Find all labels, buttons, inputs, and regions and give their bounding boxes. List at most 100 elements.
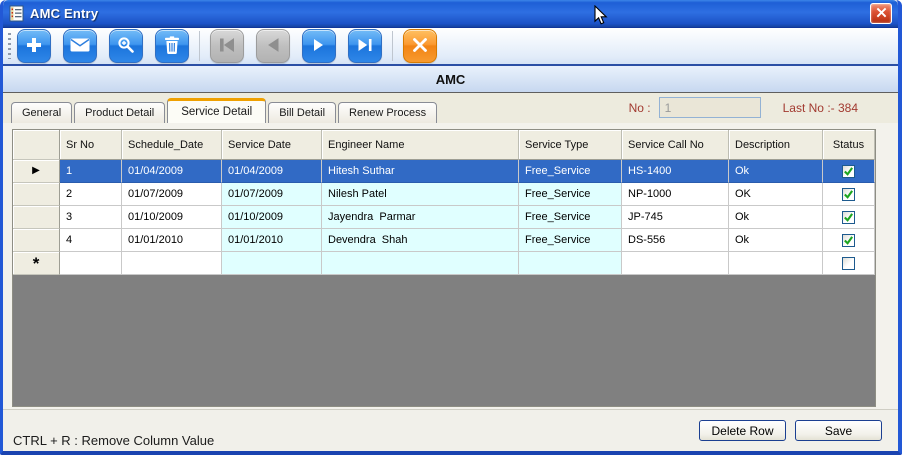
grid-cell[interactable]: 1: [60, 160, 122, 183]
grid-cell[interactable]: 2: [60, 183, 122, 206]
tab-product-detail[interactable]: Product Detail: [74, 102, 166, 123]
no-input[interactable]: [658, 97, 761, 118]
last-record-icon: [357, 38, 373, 55]
grid-row[interactable]: 2 01/07/2009 01/07/2009 Nilesh Patel Free_Se…: [13, 183, 875, 206]
status-checkbox[interactable]: [842, 210, 855, 224]
last-record-button[interactable]: [348, 29, 382, 63]
grid-cell-status[interactable]: [823, 160, 875, 183]
save-button[interactable]: Save: [795, 420, 882, 441]
grid-cell[interactable]: Free_Service: [519, 160, 622, 183]
grid-header-cell[interactable]: Service Call No: [622, 130, 729, 160]
grid-cell[interactable]: 4: [60, 229, 122, 252]
add-button[interactable]: [17, 29, 51, 63]
envelope-icon: [70, 38, 90, 55]
grid-cell[interactable]: 01/07/2009: [122, 183, 222, 206]
mail-button[interactable]: [63, 29, 97, 63]
plus-icon: [25, 36, 43, 57]
toolbar-grip[interactable]: [8, 33, 11, 59]
tab-renew-process[interactable]: Renew Process: [338, 102, 438, 123]
delete-row-button[interactable]: Delete Row: [699, 420, 786, 441]
grid-cell[interactable]: [519, 252, 622, 275]
grid-header-cell[interactable]: Description: [729, 130, 823, 160]
grid-cell[interactable]: Free_Service: [519, 183, 622, 206]
grid-cell[interactable]: Jayendra Parmar: [322, 206, 519, 229]
grid-cell[interactable]: 01/01/2010: [222, 229, 322, 252]
grid-cell[interactable]: [122, 252, 222, 275]
grid-cell[interactable]: NP-1000: [622, 183, 729, 206]
grid-cell[interactable]: 01/10/2009: [222, 206, 322, 229]
row-selector[interactable]: ▶: [13, 160, 60, 183]
last-no-label: Last No :- 384: [782, 100, 858, 115]
grid-cell[interactable]: 3: [60, 206, 122, 229]
grid-cell[interactable]: Devendra Shah: [322, 229, 519, 252]
grid-cell[interactable]: Hitesh Suthar: [322, 160, 519, 183]
status-checkbox[interactable]: [842, 233, 855, 247]
tab-general[interactable]: General: [11, 102, 73, 123]
grid-cell[interactable]: Nilesh Patel: [322, 183, 519, 206]
grid-cell[interactable]: HS-1400: [622, 160, 729, 183]
delete-button[interactable]: [155, 29, 189, 63]
grid-header-cell[interactable]: Service Date: [222, 130, 322, 160]
form-header-bar: AMC: [3, 66, 898, 93]
grid-header-cell[interactable]: Status: [823, 130, 875, 160]
tab-service-detail[interactable]: Service Detail: [167, 98, 267, 123]
grid-cell[interactable]: [622, 252, 729, 275]
row-selector[interactable]: [13, 206, 60, 229]
grid-cell[interactable]: Ok: [729, 229, 823, 252]
grid-cell[interactable]: [729, 252, 823, 275]
toolbar: [3, 28, 898, 66]
new-row-asterisk-icon: *: [32, 254, 40, 273]
first-record-icon: [219, 37, 235, 55]
grid-cell-status[interactable]: [823, 206, 875, 229]
service-grid: Sr No Schedule_Date Service Date Engineer N…: [12, 129, 876, 407]
grid-cell-status[interactable]: [823, 229, 875, 252]
cancel-button[interactable]: [403, 29, 437, 63]
grid-cell[interactable]: 01/04/2009: [122, 160, 222, 183]
current-row-arrow-icon: ▶: [32, 165, 40, 176]
grid-header-row: Sr No Schedule_Date Service Date Engineer N…: [13, 130, 875, 160]
grid-header-cell[interactable]: Service Type: [519, 130, 622, 160]
grid-cell[interactable]: [222, 252, 322, 275]
grid-new-row[interactable]: *: [13, 252, 875, 275]
close-button[interactable]: [870, 3, 892, 24]
cancel-x-icon: [412, 37, 428, 56]
grid-cell-status[interactable]: [823, 252, 875, 275]
record-number-area: No : Last No :- 384: [629, 97, 858, 118]
grid-cell[interactable]: Ok: [729, 206, 823, 229]
grid-cell[interactable]: 01/10/2009: [122, 206, 222, 229]
grid-cell[interactable]: 01/07/2009: [222, 183, 322, 206]
grid-cell-status[interactable]: [823, 183, 875, 206]
status-checkbox[interactable]: [842, 187, 855, 201]
new-row-selector[interactable]: *: [13, 252, 60, 275]
grid-header-cell[interactable]: Sr No: [60, 130, 122, 160]
tab-bill-detail[interactable]: Bill Detail: [268, 102, 337, 123]
grid-cell[interactable]: 01/01/2010: [122, 229, 222, 252]
grid-cell[interactable]: JP-745: [622, 206, 729, 229]
grid-row[interactable]: 4 01/01/2010 01/01/2010 Devendra Shah Free_S…: [13, 229, 875, 252]
grid-cell[interactable]: DS-556: [622, 229, 729, 252]
grid-cell[interactable]: [60, 252, 122, 275]
grid-header-cell[interactable]: Engineer Name: [322, 130, 519, 160]
grid-cell[interactable]: 01/04/2009: [222, 160, 322, 183]
grid-row[interactable]: 3 01/10/2009 01/10/2009 Jayendra Parmar Free…: [13, 206, 875, 229]
status-checkbox[interactable]: [842, 256, 855, 270]
search-button[interactable]: [109, 29, 143, 63]
status-checkbox[interactable]: [842, 164, 855, 178]
row-selector[interactable]: [13, 183, 60, 206]
grid-row[interactable]: ▶ 1 01/04/2009 01/04/2009 Hitesh Suthar Free_…: [13, 160, 875, 183]
grid-cell[interactable]: Free_Service: [519, 229, 622, 252]
next-record-button[interactable]: [302, 29, 336, 63]
grid-cell[interactable]: OK: [729, 183, 823, 206]
magnifier-zoom-icon: [117, 36, 135, 57]
amc-entry-window: AMC Entry AMC General Product Detail Ser…: [0, 0, 902, 455]
grid-corner-cell: [13, 130, 60, 160]
grid-header-cell[interactable]: Schedule_Date: [122, 130, 222, 160]
first-record-button: [210, 29, 244, 63]
grid-cell[interactable]: Ok: [729, 160, 823, 183]
grid-cell[interactable]: [322, 252, 519, 275]
trash-icon: [164, 35, 180, 57]
grid-cell[interactable]: Free_Service: [519, 206, 622, 229]
titlebar[interactable]: AMC Entry: [3, 0, 898, 28]
no-label: No :: [628, 100, 651, 115]
row-selector[interactable]: [13, 229, 60, 252]
